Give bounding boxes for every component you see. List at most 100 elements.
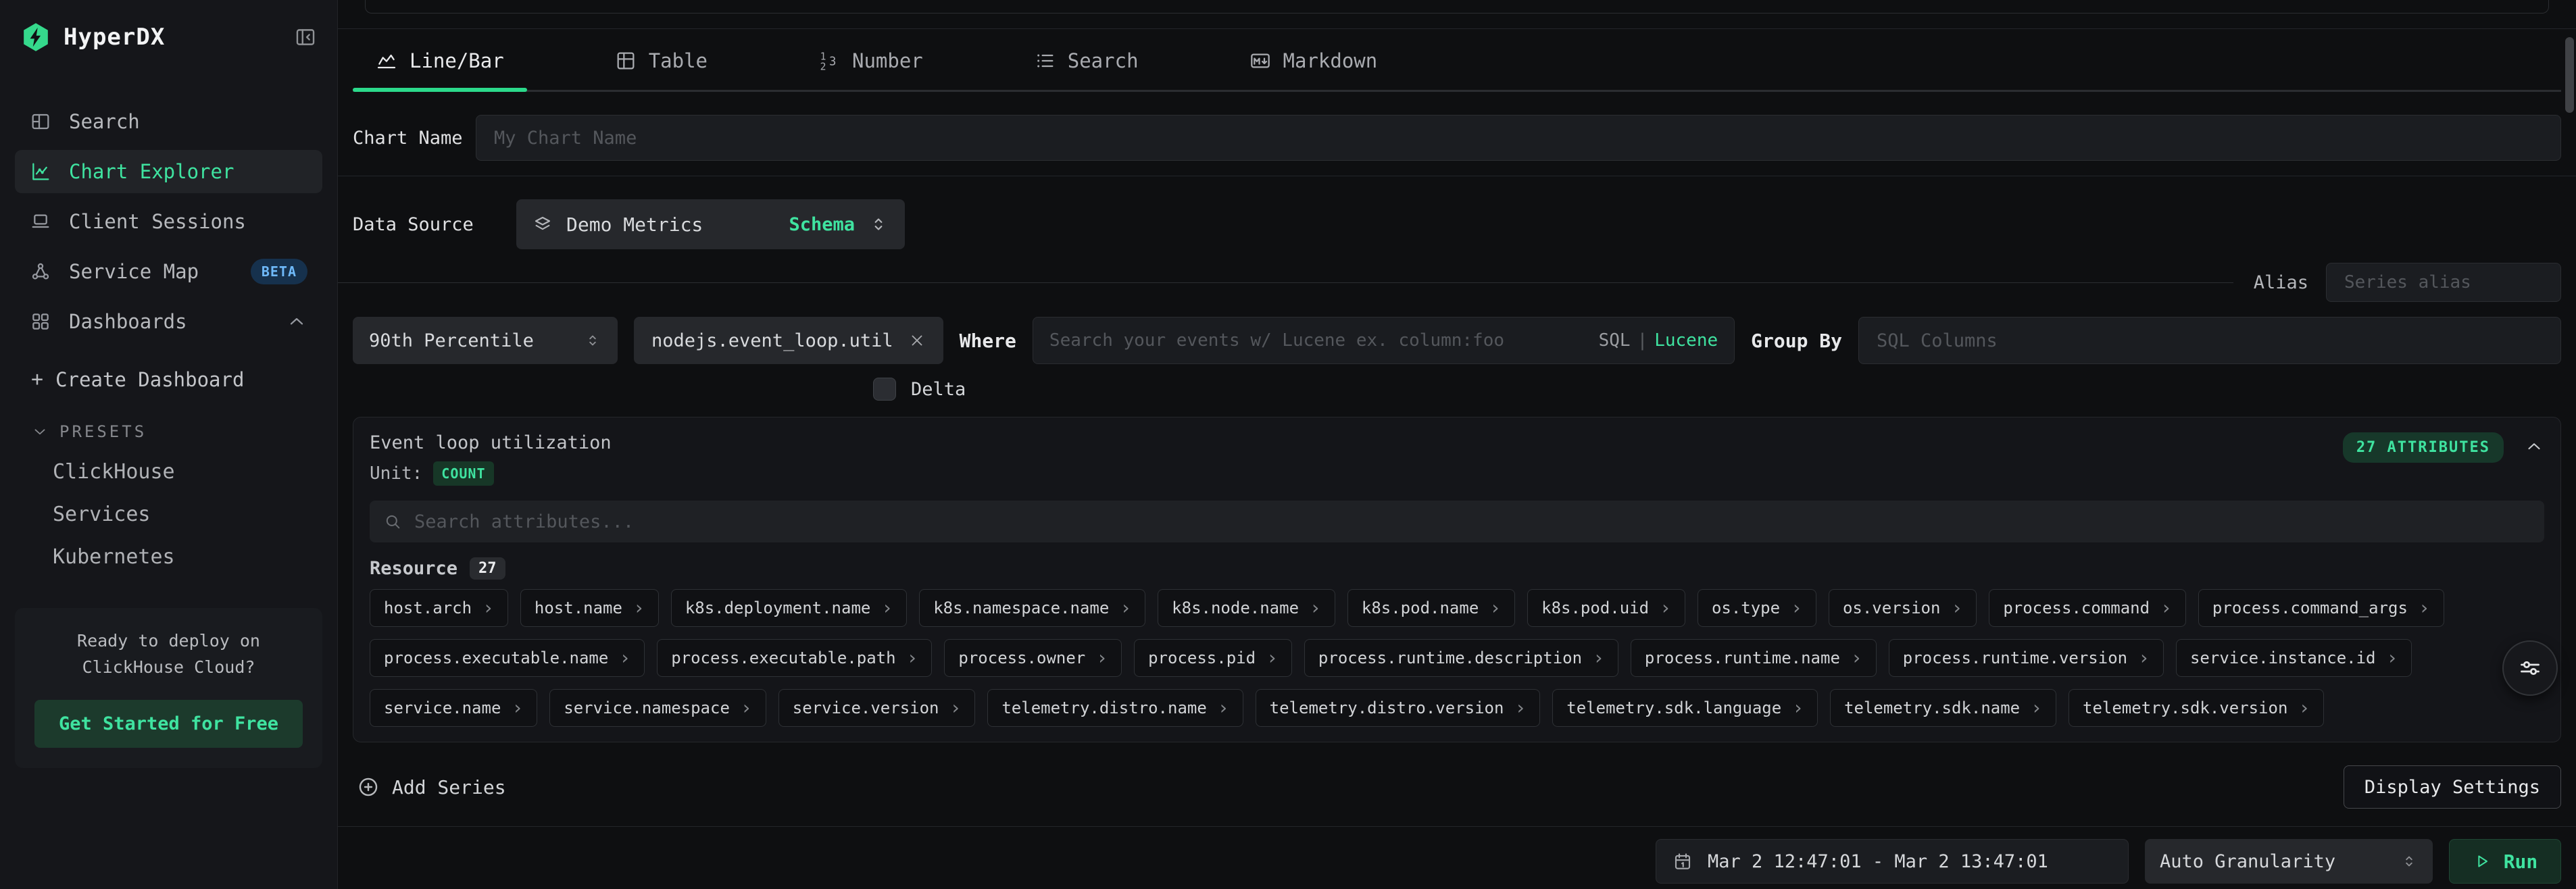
chevron-updown-icon [868,214,889,234]
service-map-icon [30,261,51,282]
preset-item-services[interactable]: Services [15,503,322,526]
dashboards-icon [30,311,51,332]
close-icon[interactable] [908,332,926,349]
collapse-sidebar-icon[interactable] [294,26,317,49]
chevron-right-icon: › [2298,698,2310,717]
attribute-search-box [370,501,2544,542]
attribute-chip[interactable]: telemetry.distro.name› [987,689,1243,727]
search-icon [30,111,51,132]
attribute-chip-label: host.name [535,599,622,617]
sidebar-item-service-map[interactable]: Service MapBETA [15,250,322,293]
chevron-right-icon: › [1791,599,1802,617]
filter-sliders-icon [2517,655,2544,682]
svg-text:3: 3 [829,55,836,69]
create-dashboard-label: Create Dashboard [55,368,244,391]
tab-search[interactable]: Search [1011,34,1162,90]
footer-toolbar: Mar 2 12:47:01 - Mar 2 13:47:01 Auto Gra… [353,839,2561,884]
scrollbar-thumb[interactable] [2565,37,2574,113]
data-source-row: Data Source Demo Metrics Schema [353,199,2561,249]
attribute-chip[interactable]: process.executable.path› [657,639,932,677]
attribute-chip[interactable]: k8s.deployment.name› [671,589,907,627]
attribute-chip-label: telemetry.distro.version [1270,698,1504,717]
delta-checkbox[interactable] [873,378,896,401]
granularity-select[interactable]: Auto Granularity [2145,839,2433,884]
attribute-chip-label: process.command_args [2212,599,2408,617]
tab-table[interactable]: Table [592,34,730,90]
attribute-chip[interactable]: telemetry.sdk.name› [1830,689,2056,727]
filter-panel-fab[interactable] [2502,640,2558,696]
preset-item-clickhouse[interactable]: ClickHouse [15,460,322,484]
attribute-search-input[interactable] [414,511,2531,532]
date-range-value: Mar 2 12:47:01 - Mar 2 13:47:01 [1708,851,2048,872]
chevron-right-icon: › [1120,599,1131,617]
run-button[interactable]: Run [2449,839,2561,884]
tab-label: Line/Bar [410,49,504,72]
sidebar-item-dashboards[interactable]: Dashboards [15,300,322,343]
metric-chip[interactable]: nodejs.event_loop.util [634,317,943,364]
lucene-toggle[interactable]: Lucene [1654,330,1718,351]
attribute-chip[interactable]: host.name› [520,589,659,627]
tab-label: Table [649,49,708,72]
attribute-chip[interactable]: process.runtime.version› [1889,639,2164,677]
add-series-button[interactable]: Add Series [353,776,506,798]
group-by-input[interactable] [1858,317,2561,364]
attribute-chip[interactable]: process.command› [1989,589,2186,627]
sidebar-item-chart-explorer[interactable]: Chart Explorer [15,150,322,193]
date-range-picker[interactable]: Mar 2 12:47:01 - Mar 2 13:47:01 [1656,839,2129,884]
attribute-chip[interactable]: telemetry.distro.version› [1256,689,1541,727]
chevron-up-icon[interactable] [2524,436,2544,457]
attribute-chip[interactable]: service.instance.id› [2176,639,2412,677]
attribute-chip[interactable]: os.version› [1829,589,1977,627]
attribute-chip[interactable]: process.pid› [1134,639,1292,677]
attribute-chip-label: service.instance.id [2190,649,2376,667]
aggregation-select[interactable]: 90th Percentile [353,317,618,364]
attribute-chip[interactable]: service.name› [370,689,537,727]
attribute-chip[interactable]: service.version› [778,689,976,727]
query-language-toggle[interactable]: SQL|Lucene [1599,330,1718,351]
sidebar-item-client-sessions[interactable]: Client Sessions [15,200,322,243]
main-content: Line/BarTable123NumberSearchMarkdown Cha… [338,0,2576,889]
attribute-chip[interactable]: telemetry.sdk.version› [2069,689,2324,727]
display-settings-button[interactable]: Display Settings [2344,765,2561,809]
unit-label: Unit: [370,463,422,484]
attribute-chip[interactable]: process.runtime.description› [1304,639,1618,677]
divider [338,28,2576,29]
sidebar-item-search[interactable]: Search [15,100,322,143]
attribute-chip[interactable]: os.type› [1698,589,1816,627]
chevron-right-icon: › [2160,599,2172,617]
attribute-chip[interactable]: k8s.node.name› [1158,589,1335,627]
attribute-chip[interactable]: k8s.pod.name› [1347,589,1515,627]
tab-number[interactable]: 123Number [795,34,946,90]
where-input[interactable] [1049,330,1588,351]
resource-group-row: Resource 27 [370,557,2544,580]
chart-type-tabs: Line/Bar Table 123Number Search Markdown [353,34,2561,92]
schema-link[interactable]: Schema [789,214,855,235]
preset-item-kubernetes[interactable]: Kubernetes [15,545,322,569]
alias-input[interactable] [2326,263,2561,302]
get-started-button[interactable]: Get Started for Free [34,700,303,748]
attribute-chip[interactable]: telemetry.sdk.language› [1552,689,1818,727]
attribute-chip[interactable]: k8s.pod.uid› [1527,589,1685,627]
attribute-chip[interactable]: process.command_args› [2198,589,2444,627]
attribute-chip[interactable]: host.arch› [370,589,508,627]
markdown-icon [1249,50,1271,72]
attribute-chip[interactable]: process.runtime.name› [1631,639,1877,677]
attribute-chip[interactable]: service.namespace› [549,689,766,727]
tab-line-bar[interactable]: Line/Bar [353,34,527,90]
attribute-chip[interactable]: process.owner› [944,639,1122,677]
sql-toggle[interactable]: SQL [1599,330,1631,351]
data-source-select[interactable]: Demo Metrics Schema [516,199,905,249]
attribute-chip-label: host.arch [384,599,472,617]
attribute-chip-label: k8s.pod.uid [1541,599,1649,617]
chart-name-input[interactable] [476,115,2561,161]
attribute-chip[interactable]: process.executable.name› [370,639,645,677]
attribute-chip-label: telemetry.distro.name [1001,698,1206,717]
attribute-chip[interactable]: k8s.namespace.name› [919,589,1145,627]
tab-markdown[interactable]: Markdown [1227,34,1401,90]
attributes-count-badge: 27 ATTRIBUTES [2343,432,2504,463]
create-dashboard-button[interactable]: + Create Dashboard [15,367,322,391]
aggregation-value: 90th Percentile [369,330,534,351]
number-icon: 123 [818,50,840,72]
presets-header[interactable]: PRESETS [15,422,322,441]
chart-preview-panel-edge [365,0,2549,14]
